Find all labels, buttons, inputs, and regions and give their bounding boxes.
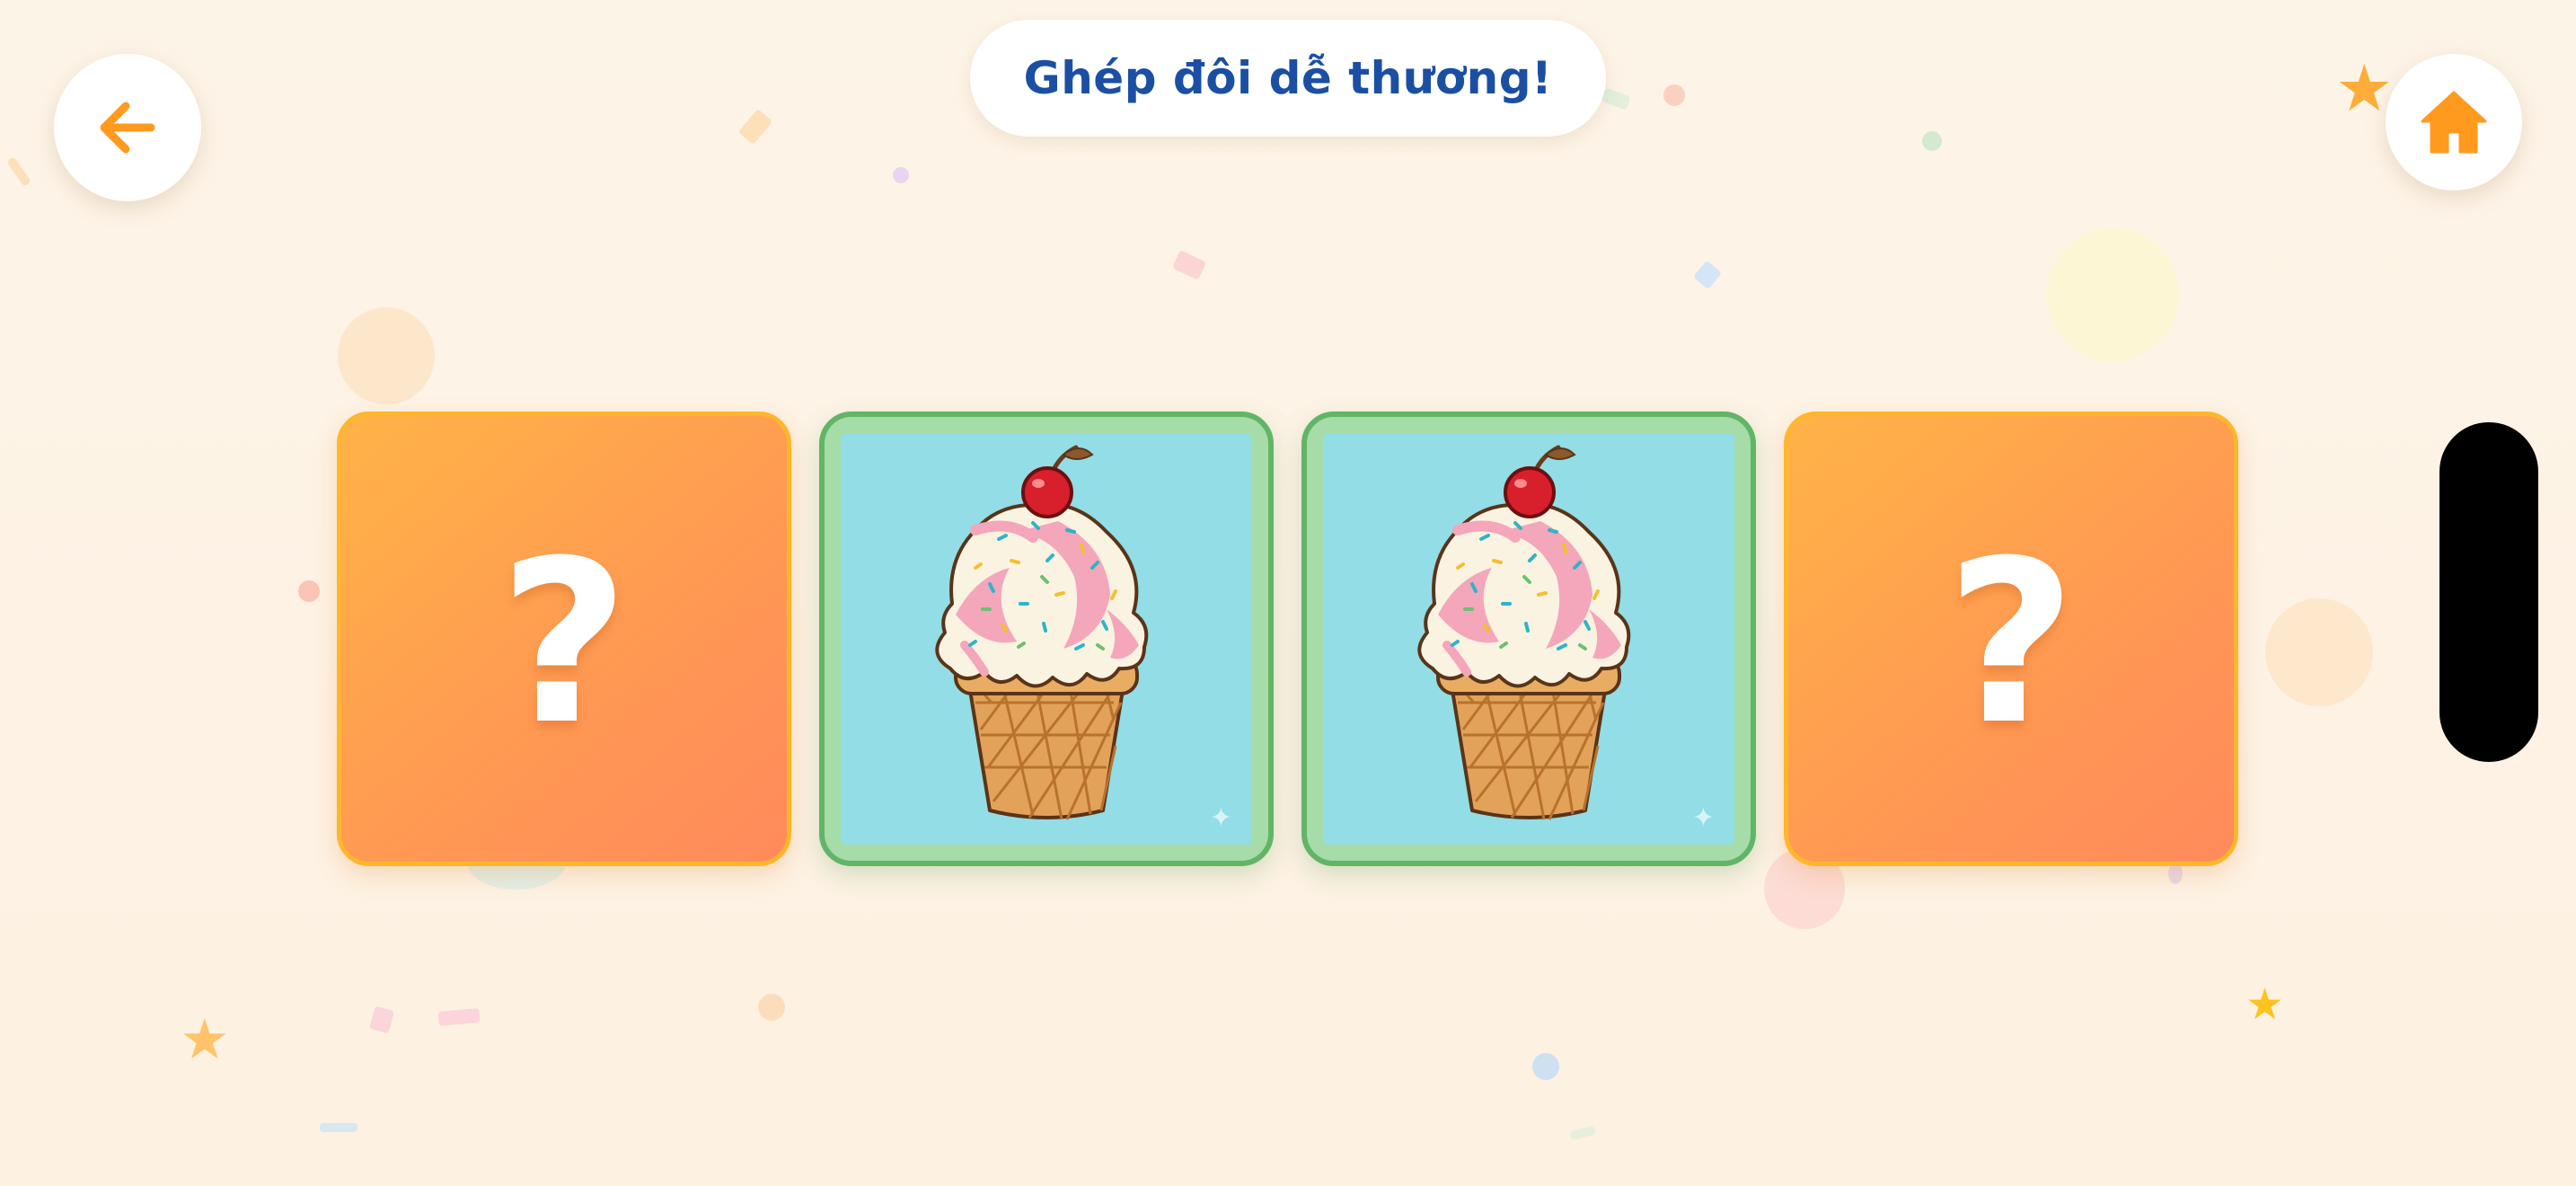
background-dot [1532,1053,1559,1080]
side-handle[interactable] [2439,422,2538,762]
ice-cream-cone-icon [1417,445,1631,820]
arrow-left-icon [100,102,155,154]
question-mark-icon: ? [498,512,630,774]
card-face: ✦ [1323,433,1734,845]
confetti [369,1005,394,1034]
confetti [320,1123,357,1132]
background-bubble [2046,228,2179,361]
sparkle-icon: ✦ [1691,802,1715,834]
confetti [1569,1125,1596,1141]
background-bubble [338,307,435,404]
memory-card-face-down[interactable]: ? [337,412,791,866]
question-mark-icon: ? [1945,512,2077,774]
game-screen: ★ ★ ★ Ghép đôi dễ thương! ? ✦ ✦ ? [0,0,2576,1186]
memory-card-matched[interactable]: ✦ [819,412,1274,866]
background-dot [1663,84,1685,106]
confetti [737,108,773,146]
confetti [1692,260,1723,290]
memory-card-face-down[interactable]: ? [1784,412,2238,866]
star-decoration-icon: ★ [2245,979,2285,1030]
background-dot [1922,131,1942,151]
star-decoration-icon: ★ [180,1006,230,1072]
background-dot [758,994,785,1021]
ice-cream-cone-icon [935,445,1149,820]
card-face: ✦ [841,433,1252,845]
home-icon [2421,91,2487,154]
back-button[interactable] [54,54,201,201]
title-banner: Ghép đôi dễ thương! [970,20,1606,137]
game-title: Ghép đôi dễ thương! [1023,52,1553,104]
sparkle-icon: ✦ [1209,802,1232,834]
star-decoration-icon: ★ [2335,50,2394,126]
confetti [437,1008,481,1026]
background-dot [298,580,320,602]
background-dot [893,167,909,183]
confetti [1171,250,1207,280]
memory-card-matched[interactable]: ✦ [1301,412,1756,866]
confetti [6,156,31,187]
confetti [1601,87,1631,111]
home-button[interactable] [2386,54,2522,190]
background-bubble [2265,598,2373,706]
